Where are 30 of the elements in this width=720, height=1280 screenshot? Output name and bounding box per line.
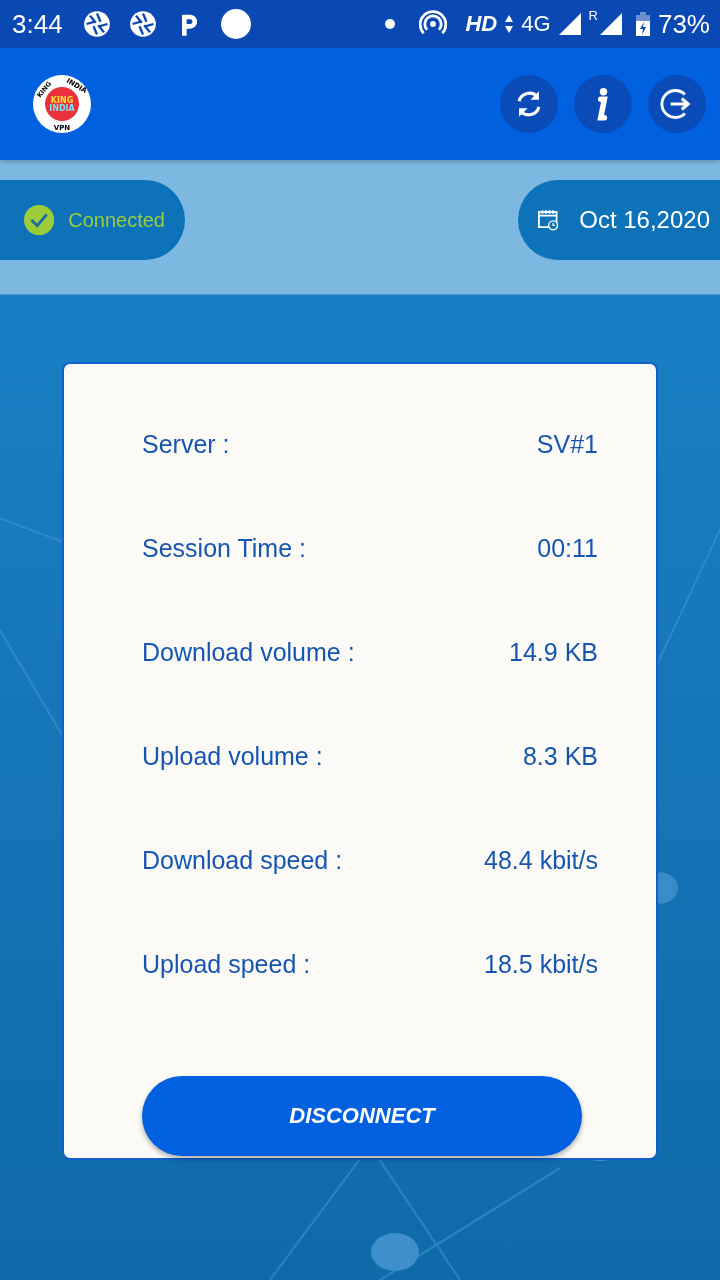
stat-label: Download volume : bbox=[142, 637, 355, 668]
aperture-icon bbox=[82, 10, 111, 38]
stat-label: Server : bbox=[142, 429, 230, 460]
stat-value: 00:11 bbox=[537, 533, 598, 564]
aperture-icon bbox=[128, 10, 157, 38]
data-type-label: 4G bbox=[521, 11, 551, 37]
dot-icon bbox=[385, 19, 396, 29]
stat-label: Upload speed : bbox=[142, 949, 311, 980]
stat-value: 14.9 KB bbox=[509, 637, 598, 668]
roaming-label: R bbox=[588, 8, 598, 23]
network-label: HD bbox=[465, 11, 498, 37]
stat-label: Download speed : bbox=[142, 845, 343, 876]
calendar-clock-icon bbox=[538, 208, 560, 232]
stat-value: 18.5 kbit/s bbox=[484, 949, 598, 980]
clock-time: 3:44 bbox=[12, 8, 63, 40]
signal-icon bbox=[599, 13, 622, 35]
disconnect-button[interactable]: DISCONNECT bbox=[142, 1076, 582, 1156]
signal-icon bbox=[558, 13, 581, 35]
battery-icon bbox=[635, 12, 650, 36]
stat-value: 48.4 kbit/s bbox=[484, 845, 598, 876]
date-label: Oct 16,2020 bbox=[579, 206, 710, 234]
stat-value: SV#1 bbox=[536, 429, 598, 460]
info-icon bbox=[597, 87, 609, 121]
data-arrows-icon bbox=[505, 14, 514, 34]
stat-value: 8.3 KB bbox=[522, 741, 598, 772]
stat-label: Session Time : bbox=[142, 533, 306, 564]
battery-percent: 73% bbox=[657, 8, 710, 40]
stat-label: Upload volume : bbox=[142, 741, 323, 772]
circle-icon bbox=[220, 9, 251, 39]
connection-status: Connected bbox=[68, 208, 165, 232]
